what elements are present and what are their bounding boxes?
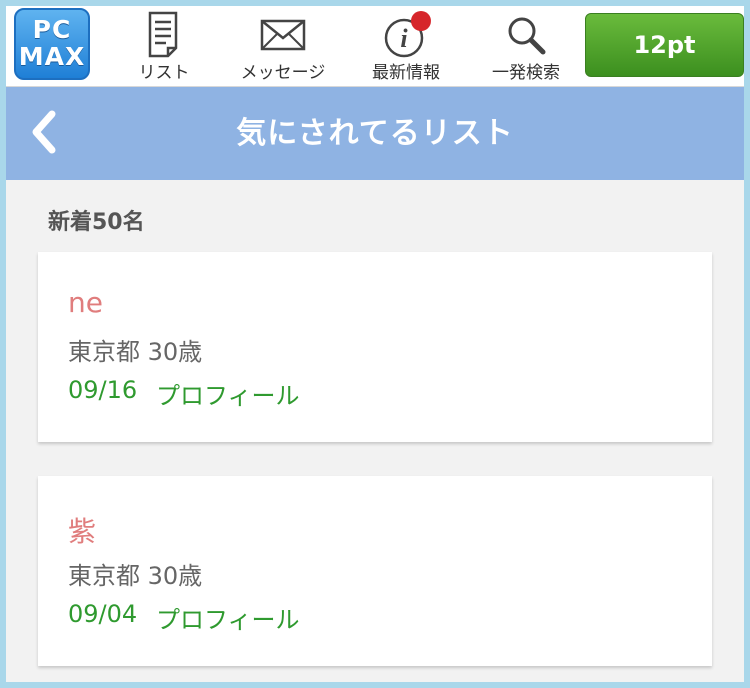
app-frame: PC MAX リスト メッセージ i ! 最新情報 一発検索 12pt 気にされ… — [0, 0, 750, 688]
nav-messages[interactable]: メッセージ — [228, 6, 338, 84]
user-name[interactable]: 紫 — [68, 510, 96, 550]
user-card[interactable]: 紫 東京都 30歳 09/04 プロフィール — [38, 476, 712, 666]
nav-search[interactable]: 一発検索 — [476, 6, 576, 84]
profile-link[interactable]: プロフィール — [156, 600, 300, 635]
user-location-age: 東京都 30歳 — [68, 338, 203, 366]
pcmax-logo[interactable]: PC MAX — [14, 8, 90, 80]
visit-date: 09/04 — [68, 600, 138, 628]
title-bar: 気にされてるリスト — [6, 87, 744, 180]
nav-search-label: 一発検索 — [492, 63, 560, 83]
search-icon — [508, 17, 546, 55]
nav-list-label: リスト — [138, 63, 190, 83]
nav-news[interactable]: i ! 最新情報 — [358, 6, 454, 84]
news-badge: ! — [429, 11, 436, 27]
envelope-icon — [260, 19, 306, 51]
points-button[interactable]: 12pt — [585, 13, 744, 77]
page-title: 気にされてるリスト — [236, 116, 514, 151]
profile-link[interactable]: プロフィール — [156, 376, 300, 411]
svg-text:i: i — [400, 24, 408, 53]
nav-list[interactable]: リスト — [124, 6, 204, 84]
logo-line-2: MAX — [18, 42, 86, 71]
user-name[interactable]: ne — [68, 286, 103, 319]
info-icon: i — [384, 11, 431, 58]
logo-line-1: PC — [32, 15, 72, 44]
top-toolbar: PC MAX リスト メッセージ i ! 最新情報 一発検索 12pt — [6, 6, 744, 87]
list-document-icon — [148, 11, 178, 58]
user-location-age: 東京都 30歳 — [68, 562, 203, 590]
user-card[interactable]: ne 東京都 30歳 09/16 プロフィール — [38, 252, 712, 442]
section-heading: 新着50名 — [48, 210, 145, 235]
nav-news-label: 最新情報 — [372, 63, 440, 83]
nav-messages-label: メッセージ — [240, 63, 326, 83]
visit-date: 09/16 — [68, 376, 138, 404]
